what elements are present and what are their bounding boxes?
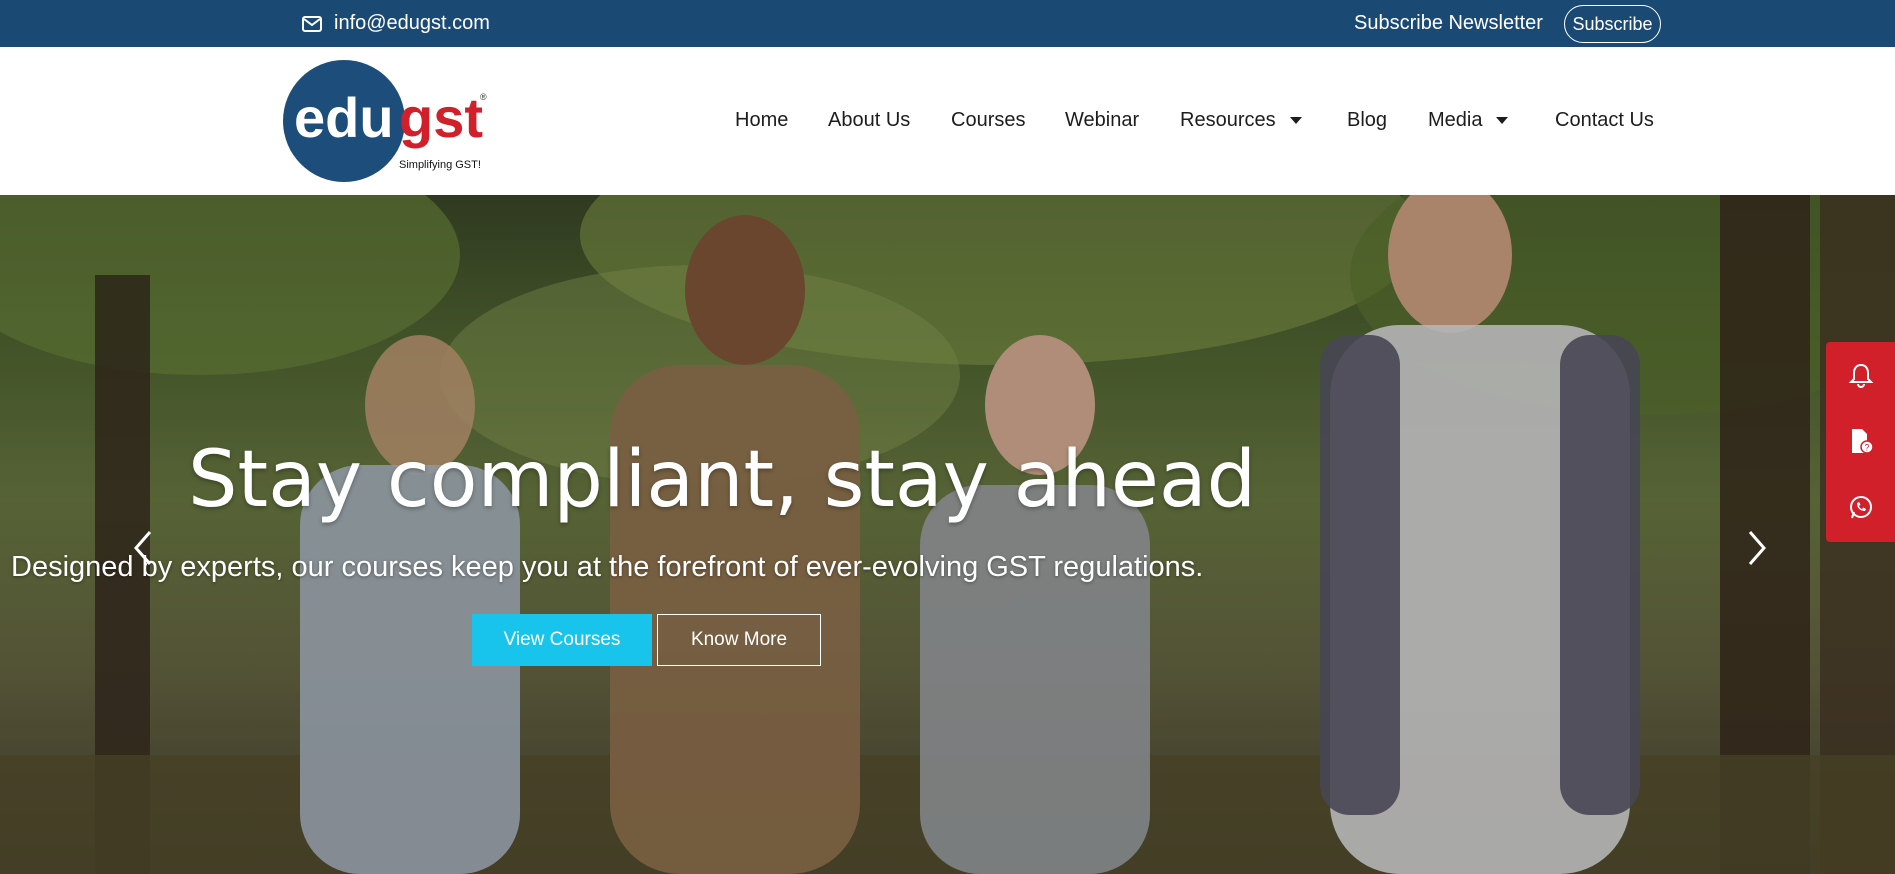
nav-about-us[interactable]: About Us [828, 109, 910, 132]
nav-contact-us-label: Contact Us [1555, 109, 1654, 131]
view-courses-button[interactable]: View Courses [472, 614, 652, 666]
nav-blog-label: Blog [1347, 109, 1388, 131]
nav-about-us-label: About Us [828, 109, 911, 131]
nav-webinar[interactable]: Webinar [1065, 109, 1139, 132]
logo-tagline: Simplifying GST! [399, 159, 481, 171]
document-question-icon: ? [1851, 429, 1874, 454]
nav-media[interactable]: Media [1428, 109, 1509, 132]
nav-courses[interactable]: Courses [951, 109, 1025, 132]
nav-blog[interactable]: Blog [1347, 109, 1387, 132]
nav-webinar-label: Webinar [1065, 109, 1140, 131]
know-more-button[interactable]: Know More [657, 614, 821, 666]
notification-button[interactable] [1826, 342, 1895, 408]
carousel-prev-arrow-icon[interactable] [128, 528, 158, 568]
whatsapp-icon [1849, 496, 1872, 519]
hero-title: Stay compliant, stay ahead [188, 435, 1257, 525]
nav-home-label: Home [735, 109, 789, 131]
main-nav: Home About Us Courses Webinar Resources … [0, 109, 1895, 139]
envelope-icon [302, 15, 322, 32]
nav-media-label: Media [1428, 109, 1483, 131]
email-text: info@edugst.com [334, 12, 490, 34]
hero-subtitle: Designed by experts, our courses keep yo… [11, 551, 1204, 583]
nav-home[interactable]: Home [735, 109, 788, 132]
contact-email[interactable]: info@edugst.com [302, 12, 490, 35]
carousel-next-arrow-icon[interactable] [1742, 528, 1772, 568]
nav-resources[interactable]: Resources [1180, 109, 1302, 132]
hero-carousel: Stay compliant, stay ahead Designed by e… [0, 195, 1895, 874]
top-bar: info@edugst.com Subscribe Newsletter Sub… [0, 0, 1895, 47]
bell-icon [1848, 363, 1873, 389]
nav-courses-label: Courses [951, 109, 1026, 131]
enquiry-button[interactable]: ? [1826, 408, 1895, 474]
side-action-bar: ? [1826, 342, 1895, 542]
nav-resources-label: Resources [1180, 109, 1276, 131]
hero-overlay [0, 195, 1895, 874]
subscribe-button[interactable]: Subscribe [1564, 5, 1661, 43]
svg-text:?: ? [1864, 443, 1869, 453]
header: edu gst ® Simplifying GST! Home About Us… [0, 47, 1895, 195]
chevron-down-icon [1289, 117, 1302, 124]
whatsapp-button[interactable] [1826, 474, 1895, 540]
subscribe-newsletter-label: Subscribe Newsletter [1354, 12, 1543, 34]
nav-contact-us[interactable]: Contact Us [1555, 109, 1654, 132]
logo-registered-mark: ® [480, 92, 487, 102]
chevron-down-icon [1496, 117, 1509, 124]
